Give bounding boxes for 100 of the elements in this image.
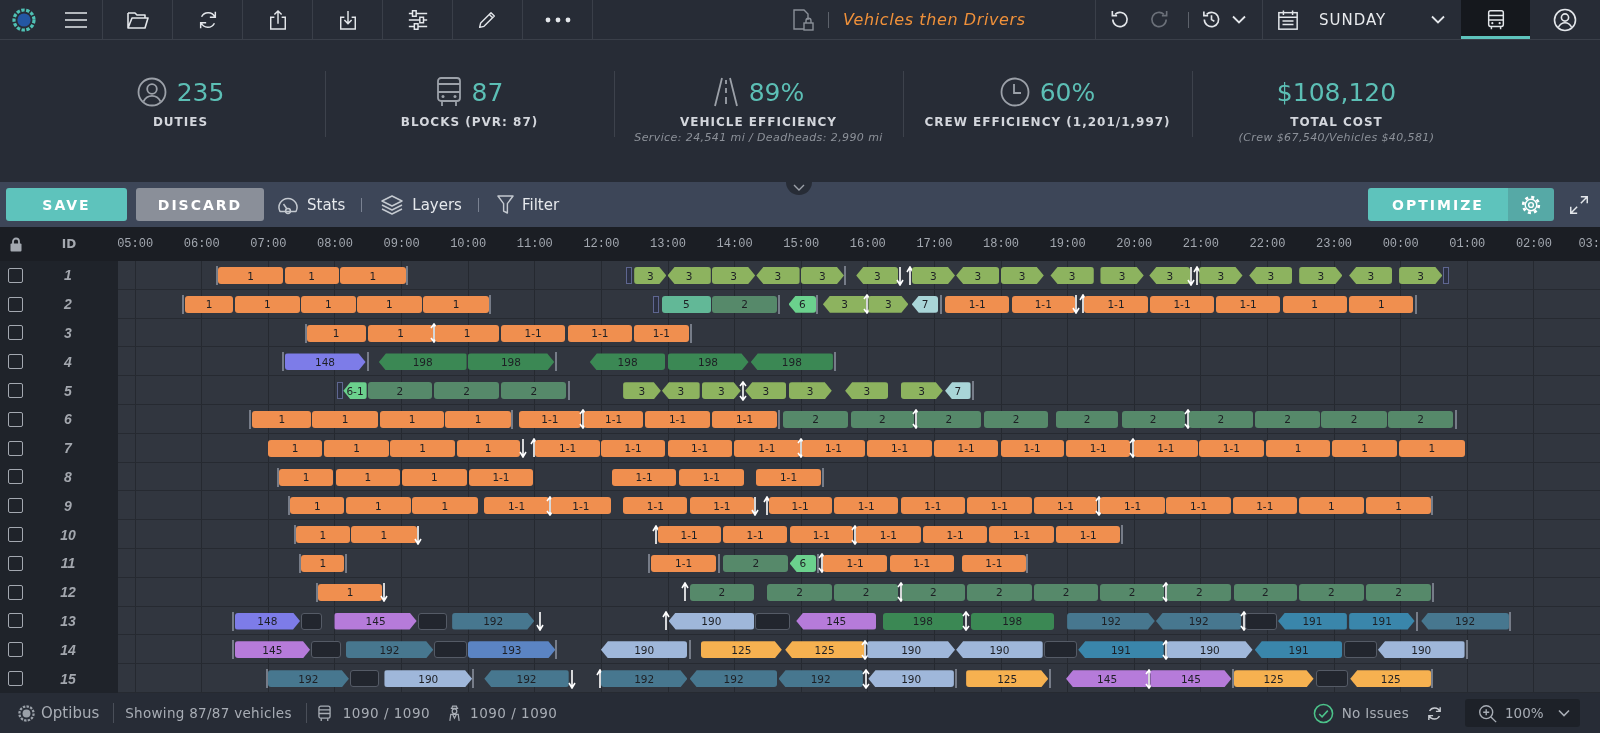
row-checkbox[interactable] xyxy=(8,411,23,427)
more-icon[interactable] xyxy=(544,16,571,23)
trip-bar[interactable]: 1-1 xyxy=(989,526,1054,544)
trip-bar[interactable]: 2 xyxy=(834,583,899,601)
trip-bar[interactable]: 190 xyxy=(1377,641,1465,659)
trip-bar[interactable]: 145 xyxy=(796,612,877,630)
trip-bar[interactable]: 2 xyxy=(1167,583,1232,601)
trip-bar[interactable]: 148 xyxy=(284,353,366,371)
row-checkbox[interactable] xyxy=(8,296,23,312)
trip-bar[interactable]: 190 xyxy=(384,670,473,688)
row-checkbox[interactable] xyxy=(8,498,23,514)
trip-bar[interactable]: 1 xyxy=(252,411,312,428)
trip-bar[interactable]: 1-1 xyxy=(468,468,534,486)
trip-bar[interactable]: 1-1 xyxy=(768,497,832,515)
trip-bar[interactable]: 1-1 xyxy=(900,497,965,515)
trip-bar[interactable]: 1 xyxy=(345,497,412,515)
trip-bar[interactable]: 2 xyxy=(917,411,981,428)
trip-bar[interactable]: 2 xyxy=(434,382,499,400)
row-checkbox[interactable] xyxy=(8,469,23,485)
trip-bar[interactable]: 3 xyxy=(1050,267,1094,284)
pencil-icon[interactable] xyxy=(477,9,498,30)
trip-bar[interactable]: 3 xyxy=(634,267,667,284)
menu-icon[interactable] xyxy=(64,10,88,29)
trip-bar[interactable]: 3 xyxy=(745,382,787,400)
trip-bar[interactable]: 1-1 xyxy=(657,526,721,544)
trip-bar[interactable]: 125 xyxy=(1350,670,1432,688)
trip-bar[interactable]: 3 xyxy=(911,267,955,284)
trip-bar[interactable]: 191 xyxy=(1349,612,1415,630)
trip-bar[interactable]: 198 xyxy=(970,612,1054,630)
trip-bar[interactable]: 2 xyxy=(1189,411,1253,428)
trip-bar[interactable]: 2 xyxy=(1121,411,1185,428)
row-checkbox[interactable] xyxy=(8,383,23,399)
trip-bar[interactable]: 6-1 xyxy=(343,382,367,400)
trip-bar[interactable]: 1-1 xyxy=(1011,295,1075,313)
trip-bar[interactable]: 2 xyxy=(501,382,567,400)
trip-bar[interactable]: 1 xyxy=(1349,295,1414,313)
history-icon[interactable] xyxy=(1201,9,1222,30)
layers-button[interactable]: Layers xyxy=(380,193,462,216)
trip-bar[interactable]: 198 xyxy=(882,612,963,630)
trip-bar[interactable]: 2 xyxy=(1056,411,1119,428)
trip-bar[interactable]: 1 xyxy=(317,583,383,601)
trip-bar[interactable]: 1-1 xyxy=(1066,439,1131,457)
trip-bar[interactable]: 1 xyxy=(1399,439,1465,457)
trip-bar[interactable]: 2 xyxy=(1321,411,1387,428)
trip-bar[interactable]: 1-1 xyxy=(535,439,600,457)
trip-bar[interactable]: 125 xyxy=(785,641,864,659)
trip-bar[interactable]: 1-1 xyxy=(1000,439,1064,457)
trip-bar[interactable]: 148 xyxy=(234,612,301,630)
trip-bar[interactable]: 2 xyxy=(689,583,755,601)
sliders-icon[interactable] xyxy=(406,8,429,31)
trip-bar[interactable]: 1-1 xyxy=(623,497,688,515)
trip-bar[interactable]: 3 xyxy=(956,267,1000,284)
trip-bar[interactable]: 1 xyxy=(456,439,520,457)
trip-bar[interactable]: 1 xyxy=(306,324,366,342)
row-checkbox[interactable] xyxy=(8,440,23,456)
trip-bar[interactable]: 145 xyxy=(334,612,417,630)
trip-bar[interactable]: 1-1 xyxy=(967,497,1032,515)
trip-bar[interactable]: 1 xyxy=(445,411,511,428)
trip-bar[interactable]: 1-1 xyxy=(856,526,921,544)
trip-bar[interactable]: 1-1 xyxy=(567,324,632,342)
trip-bar[interactable]: 198 xyxy=(378,353,467,371)
trip-bar[interactable]: 198 xyxy=(589,353,666,371)
trip-bar[interactable]: 3 xyxy=(1199,267,1243,284)
trip-bar[interactable]: 1 xyxy=(312,411,378,428)
row-checkbox[interactable] xyxy=(8,354,23,370)
trip-bar[interactable]: 1-1 xyxy=(1165,497,1232,515)
trip-bar[interactable]: 3 xyxy=(800,267,844,284)
trip-bar[interactable]: 2 xyxy=(782,411,849,428)
trip-bar[interactable]: 190 xyxy=(1167,641,1253,659)
trip-bar[interactable]: 2 xyxy=(967,583,1032,601)
trip-bar[interactable]: 1-1 xyxy=(756,468,821,486)
trip-bar[interactable]: 1-1 xyxy=(723,526,788,544)
trip-bar[interactable]: 2 xyxy=(367,382,433,400)
trip-bar[interactable]: 1 xyxy=(1265,439,1331,457)
trip-bar[interactable]: 1-1 xyxy=(484,497,549,515)
trip-bar[interactable]: 1 xyxy=(217,267,284,284)
trip-bar[interactable]: 191 xyxy=(1278,612,1347,630)
trip-bar[interactable]: 2 xyxy=(983,411,1049,428)
trip-bar[interactable]: 125 xyxy=(966,670,1049,688)
trip-bar[interactable]: 1-1 xyxy=(801,439,866,457)
trip-bar[interactable]: 1-1 xyxy=(822,554,888,572)
filter-button[interactable]: Filter xyxy=(496,194,560,215)
trip-bar[interactable]: 1 xyxy=(1299,497,1364,515)
trip-bar[interactable]: 3 xyxy=(756,267,800,284)
row-checkbox[interactable] xyxy=(8,613,23,629)
trip-bar[interactable]: 198 xyxy=(467,353,555,371)
trip-bar[interactable]: 191 xyxy=(1078,641,1164,659)
trip-bar[interactable]: 3 xyxy=(667,267,711,284)
trip-bar[interactable]: 1-1 xyxy=(889,554,954,572)
trip-bar[interactable]: 1-1 xyxy=(933,439,999,457)
trip-bar[interactable]: 2 xyxy=(1033,583,1099,601)
trip-bar[interactable]: 145 xyxy=(234,641,311,659)
trip-bar[interactable]: 3 xyxy=(1249,267,1293,284)
trip-bar[interactable]: 3 xyxy=(1100,267,1144,284)
trip-bar[interactable]: 1-1 xyxy=(600,439,666,457)
trip-bar[interactable]: 3 xyxy=(845,382,889,400)
trip-bar[interactable]: 2 xyxy=(1233,583,1297,601)
trip-bar[interactable]: 198 xyxy=(750,353,833,371)
trip-bar[interactable]: 191 xyxy=(1254,641,1343,659)
zoom-dropdown[interactable]: 100% xyxy=(1465,699,1580,727)
